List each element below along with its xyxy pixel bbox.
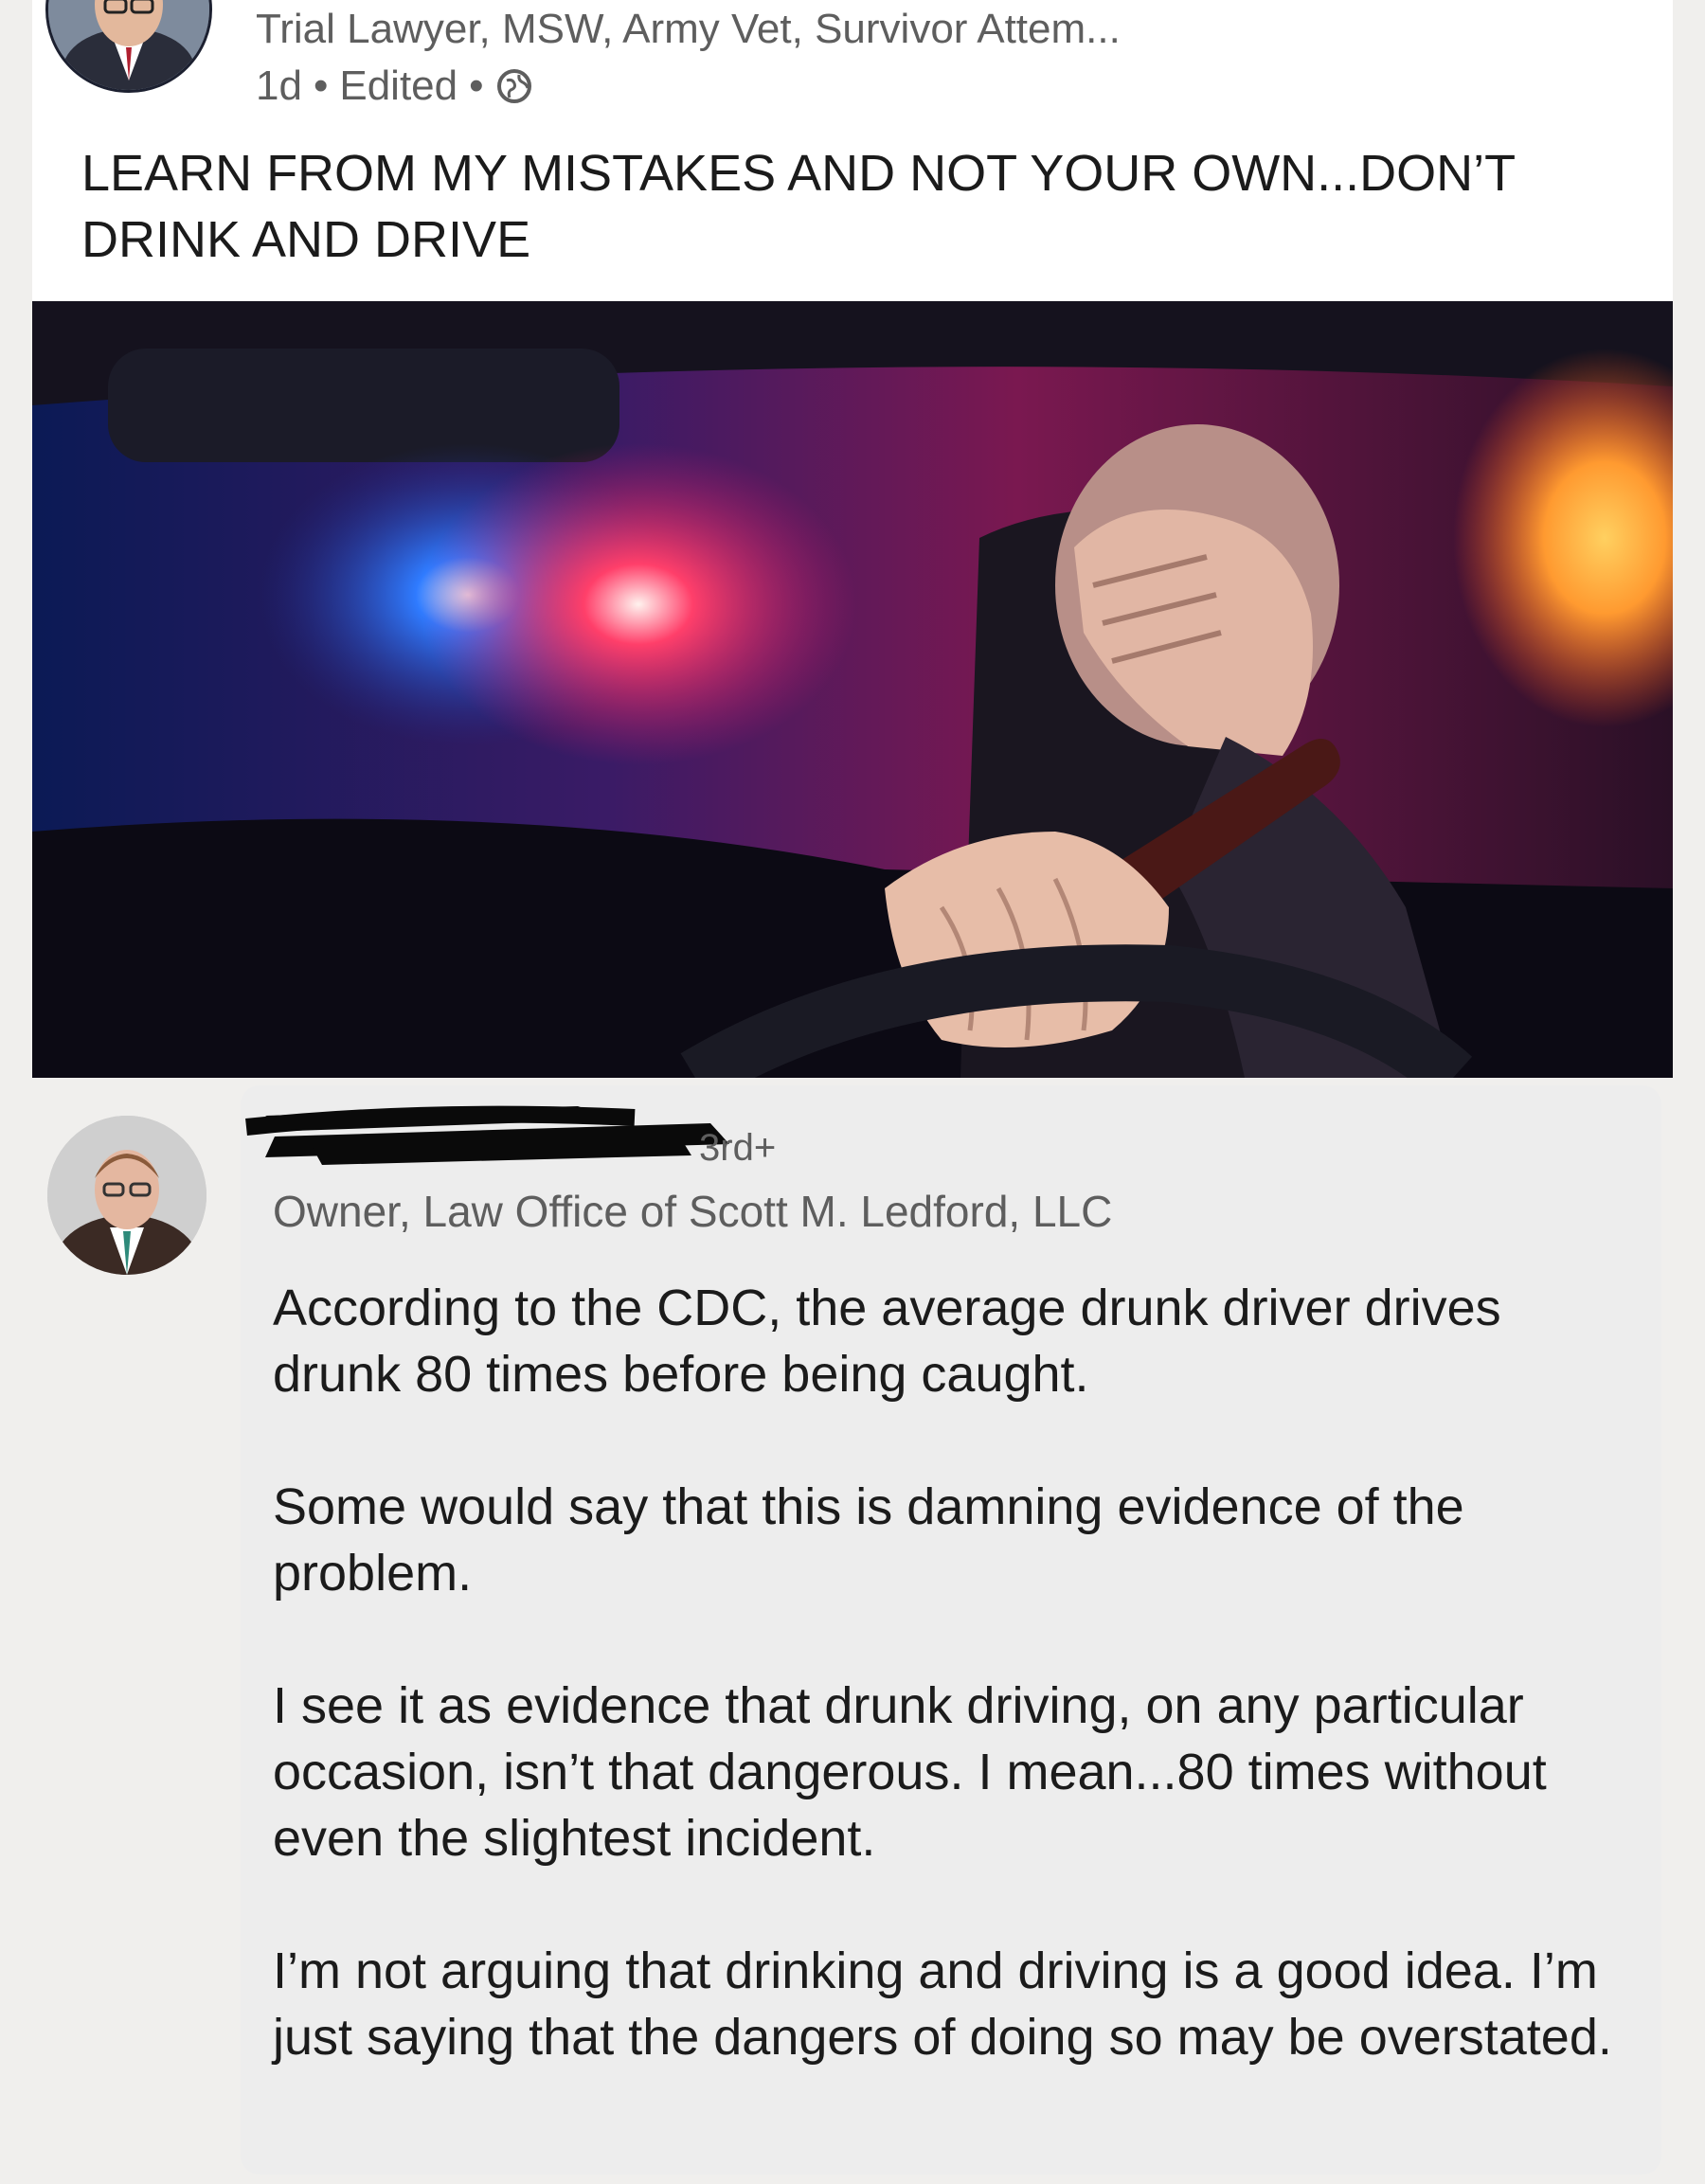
post-author-headline: Trial Lawyer, MSW, Army Vet, Survivor At… [256,6,1121,52]
comment-paragraph: According to the CDC, the average drunk … [273,1280,1501,1403]
post-edited-label: Edited [339,63,458,109]
post-image[interactable] [32,301,1673,1078]
photo-drunk-driver-police-lights [32,301,1673,1078]
post-time: 1d [256,63,302,109]
globe-icon [495,67,533,105]
meta-separator: • [313,63,329,109]
post-text: LEARN FROM MY MISTAKES AND NOT YOUR OWN.… [81,145,1516,268]
comment-paragraph: I’m not arguing that drinking and drivin… [273,1942,1612,2066]
post-meta: 1d • Edited • [256,63,533,110]
commenter-avatar-image [47,1116,206,1275]
commenter-headline: Owner, Law Office of Scott M. Ledford, L… [273,1187,1113,1236]
comment-paragraph: I see it as evidence that drunk driving,… [273,1677,1547,1867]
connection-degree: 3rd+ [699,1127,777,1169]
comment-paragraph: Some would say that this is damning evid… [273,1478,1464,1602]
commenter-avatar[interactable] [47,1116,206,1275]
redacted-name [237,1089,748,1174]
meta-separator: • [469,63,484,109]
